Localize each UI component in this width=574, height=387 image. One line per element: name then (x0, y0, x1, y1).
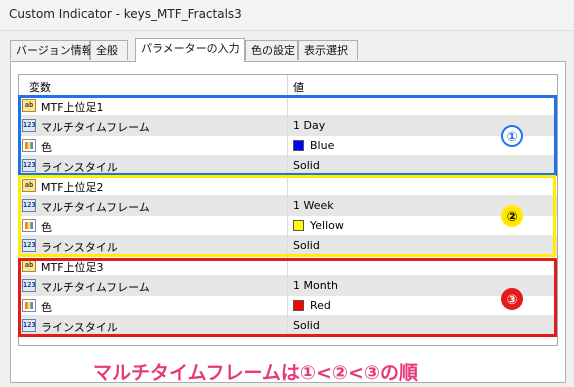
tab-color-settings[interactable]: 色の設定 (245, 40, 298, 60)
group-badge-3: ③ (501, 288, 523, 310)
header-separator (287, 75, 288, 95)
header-variable: 変数 (29, 81, 51, 94)
header-value: 値 (293, 81, 304, 94)
window-title: Custom Indicator - keys_MTF_Fractals3 (9, 7, 242, 21)
group-badge-2: ② (501, 205, 523, 227)
tab-version-info[interactable]: バージョン情報 (10, 40, 93, 60)
tab-general[interactable]: 全般 (90, 40, 128, 60)
title-bar: Custom Indicator - keys_MTF_Fractals3 (0, 0, 574, 31)
group-frame-3 (18, 258, 557, 337)
group-badge-1: ① (501, 125, 523, 147)
group-frame-2 (18, 175, 556, 257)
grid-header: 変数 値 (19, 75, 557, 96)
annotation-caption: マルチタイムフレームは①<②<③の順 (93, 362, 419, 384)
group-frame-1 (18, 95, 557, 176)
tab-display-select[interactable]: 表示選択 (298, 40, 358, 60)
tab-parameters[interactable]: パラメーターの入力 (135, 38, 245, 62)
